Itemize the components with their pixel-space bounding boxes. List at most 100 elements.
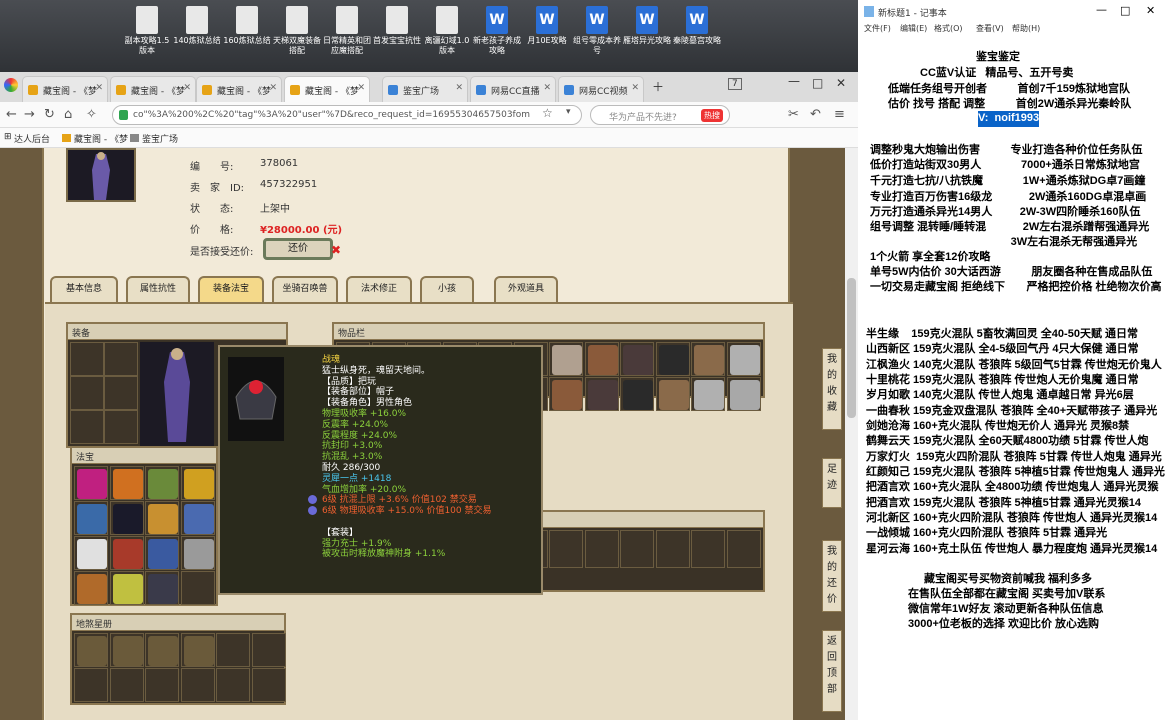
- notepad-menu-item[interactable]: 文件(F): [864, 23, 891, 34]
- desktop-shortcut[interactable]: 140炼狱总结: [172, 6, 222, 46]
- side-button-0[interactable]: 我的收藏: [822, 348, 842, 430]
- undo-icon[interactable]: ↶: [810, 107, 821, 122]
- tab-5[interactable]: 小孩: [420, 276, 474, 302]
- browser-tab[interactable]: 藏宝阁 - 《梦 ✕: [22, 76, 108, 102]
- maximize-button[interactable]: □: [812, 76, 823, 90]
- bookmark-daren[interactable]: 达人后台: [14, 132, 50, 145]
- tab-close-icon[interactable]: ✕: [543, 83, 551, 93]
- tab-3[interactable]: 坐骑召唤兽: [272, 276, 338, 302]
- notepad-menu-item[interactable]: 格式(O): [934, 23, 963, 34]
- warehouse-slot[interactable]: [251, 668, 286, 702]
- inventory-slot[interactable]: [584, 342, 619, 376]
- browser-tab[interactable]: 网易CC视频 ✕: [558, 76, 644, 102]
- equip-slot[interactable]: [70, 410, 104, 444]
- close-icon[interactable]: ✖: [331, 243, 341, 257]
- treasure-slot[interactable]: [109, 501, 144, 535]
- browser-tab[interactable]: 藏宝阁 - 《梦 ✕: [110, 76, 196, 102]
- home-icon[interactable]: ⌂: [64, 107, 72, 122]
- desktop-shortcut[interactable]: 副本攻略1.5版本: [122, 6, 172, 56]
- tab-close-icon[interactable]: ✕: [183, 83, 191, 93]
- treasure-slot[interactable]: [109, 466, 144, 500]
- desktop-shortcut[interactable]: W 月10E攻略: [522, 6, 572, 46]
- notepad-minimize[interactable]: —: [1096, 3, 1107, 16]
- tab-count-badge[interactable]: 7: [728, 78, 742, 90]
- inventory-slot[interactable]: [691, 530, 725, 568]
- warehouse-slot[interactable]: [180, 668, 215, 702]
- notepad-maximize[interactable]: □: [1120, 4, 1130, 17]
- warehouse-slot[interactable]: [180, 633, 215, 667]
- treasure-slot[interactable]: [145, 466, 179, 500]
- browser-tab[interactable]: 藏宝阁 - 《梦 ✕: [284, 76, 370, 102]
- dropdown-icon[interactable]: ▾: [566, 107, 571, 117]
- treasure-slot[interactable]: [74, 501, 108, 535]
- treasure-slot[interactable]: [145, 571, 179, 605]
- treasure-slot[interactable]: [109, 536, 144, 570]
- forward-icon[interactable]: →: [24, 107, 35, 122]
- desktop-shortcut[interactable]: 离疆幻域1.0版本: [422, 6, 472, 56]
- inventory-slot[interactable]: [726, 377, 761, 411]
- desktop-shortcut[interactable]: W 组号零成本养号: [572, 6, 622, 56]
- browser-tab[interactable]: 藏宝阁 - 《梦 ✕: [196, 76, 282, 102]
- treasure-slot[interactable]: [109, 571, 144, 605]
- desktop-shortcut[interactable]: 160炼狱总结: [222, 6, 272, 46]
- treasure-slot[interactable]: [180, 466, 215, 500]
- side-button-2[interactable]: 我的还价: [822, 540, 842, 612]
- inventory-slot[interactable]: [691, 377, 725, 411]
- inventory-slot[interactable]: [584, 530, 619, 568]
- inventory-slot[interactable]: [549, 342, 583, 376]
- desktop-shortcut[interactable]: W 新老孩子养成攻略: [472, 6, 522, 56]
- tab-close-icon[interactable]: ✕: [455, 83, 463, 93]
- refresh-icon[interactable]: ↻: [44, 107, 55, 122]
- inventory-slot[interactable]: [726, 530, 761, 568]
- star-icon[interactable]: ☆: [542, 106, 553, 120]
- inventory-slot[interactable]: [549, 377, 583, 411]
- tab-2[interactable]: 装备法宝: [198, 276, 264, 302]
- bookmark-jianbao[interactable]: 鉴宝广场: [142, 132, 178, 145]
- scrollbar-thumb[interactable]: [847, 278, 856, 418]
- tab-6[interactable]: 外观道具: [494, 276, 558, 302]
- haggle-button[interactable]: 还价: [263, 238, 333, 260]
- inventory-slot[interactable]: [620, 530, 654, 568]
- treasure-slot[interactable]: [74, 536, 108, 570]
- notepad-close[interactable]: ✕: [1146, 4, 1155, 17]
- notepad-menu-item[interactable]: 查看(V): [976, 23, 1004, 34]
- tab-1[interactable]: 属性抗性: [126, 276, 190, 302]
- treasure-slot[interactable]: [145, 536, 179, 570]
- desktop-shortcut[interactable]: 日常精英和团应魔搭配: [322, 6, 372, 56]
- treasure-slot[interactable]: [74, 466, 108, 500]
- equip-slot[interactable]: [70, 376, 104, 410]
- tab-0[interactable]: 基本信息: [50, 276, 118, 302]
- minimize-button[interactable]: —: [788, 74, 800, 88]
- inventory-slot[interactable]: [655, 377, 690, 411]
- warehouse-slot[interactable]: [216, 633, 250, 667]
- side-button-3[interactable]: 返回顶部: [822, 630, 842, 712]
- tab-close-icon[interactable]: ✕: [95, 83, 103, 93]
- new-tab-button[interactable]: ＋: [652, 78, 664, 95]
- bookmark-cangbaoge[interactable]: 藏宝阁 - 《梦: [74, 132, 128, 145]
- browser-tab[interactable]: 鉴宝广场 ✕: [382, 76, 468, 102]
- inventory-slot[interactable]: [655, 342, 690, 376]
- equip-slot[interactable]: [70, 342, 104, 376]
- equip-slot[interactable]: [104, 342, 138, 376]
- pin-icon[interactable]: ✧: [86, 107, 97, 122]
- warehouse-slot[interactable]: [251, 633, 286, 667]
- notepad-menu-item[interactable]: 帮助(H): [1012, 23, 1040, 34]
- warehouse-slot[interactable]: [109, 633, 144, 667]
- equip-slot[interactable]: [104, 376, 138, 410]
- apps-icon[interactable]: ⊞: [4, 132, 12, 142]
- inventory-slot[interactable]: [549, 530, 583, 568]
- inventory-slot[interactable]: [691, 342, 725, 376]
- tab-close-icon[interactable]: ✕: [269, 83, 277, 93]
- inventory-slot[interactable]: [655, 530, 690, 568]
- side-button-1[interactable]: 足迹: [822, 458, 842, 508]
- inventory-slot[interactable]: [620, 377, 654, 411]
- warehouse-slot[interactable]: [74, 668, 108, 702]
- warehouse-slot[interactable]: [145, 668, 179, 702]
- warehouse-slot[interactable]: [145, 633, 179, 667]
- desktop-shortcut[interactable]: W 雁塔异光攻略: [622, 6, 672, 46]
- back-icon[interactable]: ←: [6, 107, 17, 122]
- scissors-icon[interactable]: ✂: [788, 107, 799, 122]
- equip-slot[interactable]: [104, 410, 138, 444]
- treasure-slot[interactable]: [74, 571, 108, 605]
- warehouse-slot[interactable]: [109, 668, 144, 702]
